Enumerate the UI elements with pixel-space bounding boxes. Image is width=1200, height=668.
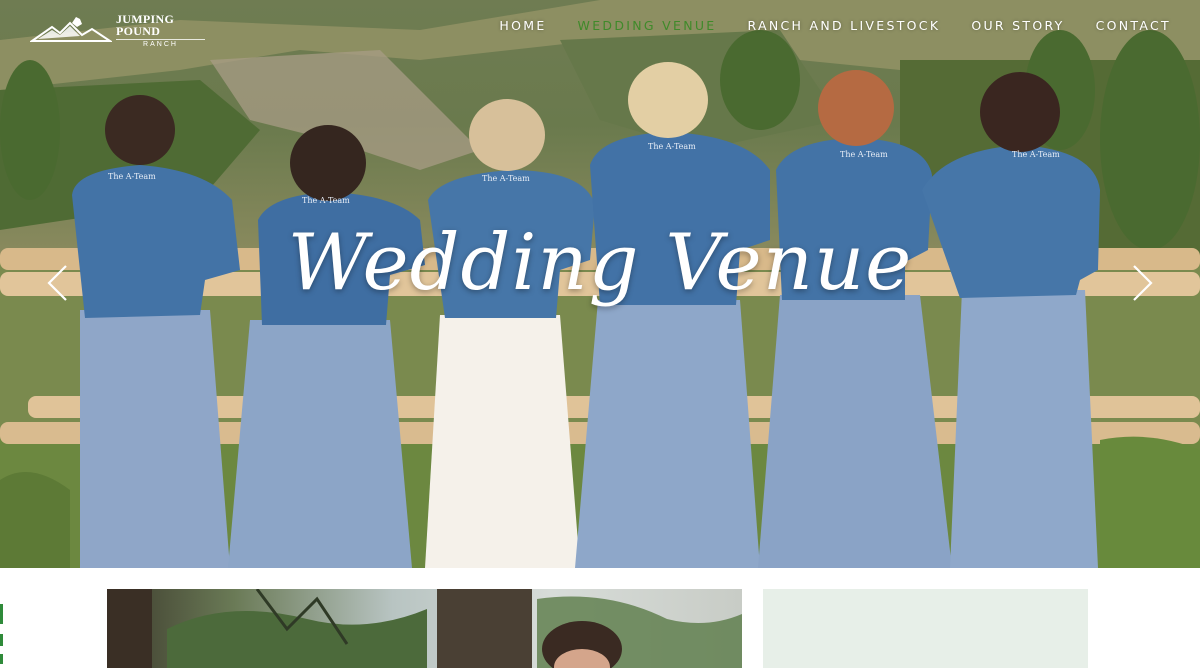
jacket-label: The A-Team — [840, 150, 888, 159]
slider-prev-button[interactable] — [46, 264, 68, 307]
site-logo[interactable]: JUMPING POUND RANCH — [30, 10, 205, 50]
slider-next-button[interactable] — [1132, 264, 1154, 307]
jacket-label: The A-Team — [648, 142, 696, 151]
jacket-label: The A-Team — [108, 172, 156, 181]
jacket-label: The A-Team — [1012, 150, 1060, 159]
nav-home[interactable]: HOME — [499, 18, 546, 33]
groom-photo — [107, 589, 742, 668]
jacket-label: The A-Team — [302, 196, 350, 205]
info-panel — [763, 589, 1088, 668]
hero-title: Wedding Venue — [287, 218, 913, 308]
hero-slider: The A-Team The A-Team The A-Team The A-T… — [0, 0, 1200, 568]
jacket-label: The A-Team — [482, 174, 530, 183]
main-nav: HOME WEDDING VENUE RANCH AND LIVESTOCK O… — [499, 18, 1171, 33]
nav-ranch-and-livestock[interactable]: RANCH AND LIVESTOCK — [748, 18, 941, 33]
scroll-edge-indicator — [0, 604, 3, 664]
nav-our-story[interactable]: OUR STORY — [971, 18, 1064, 33]
chevron-right-icon — [1133, 265, 1153, 301]
brand-name: JUMPING POUND — [116, 11, 175, 38]
nav-wedding-venue[interactable]: WEDDING VENUE — [578, 18, 717, 33]
forest-photo — [107, 589, 742, 668]
brand-subtitle: RANCH — [116, 38, 205, 48]
mountain-horse-logo-icon — [30, 17, 112, 42]
chevron-left-icon — [47, 265, 67, 301]
nav-contact[interactable]: CONTACT — [1096, 18, 1171, 33]
